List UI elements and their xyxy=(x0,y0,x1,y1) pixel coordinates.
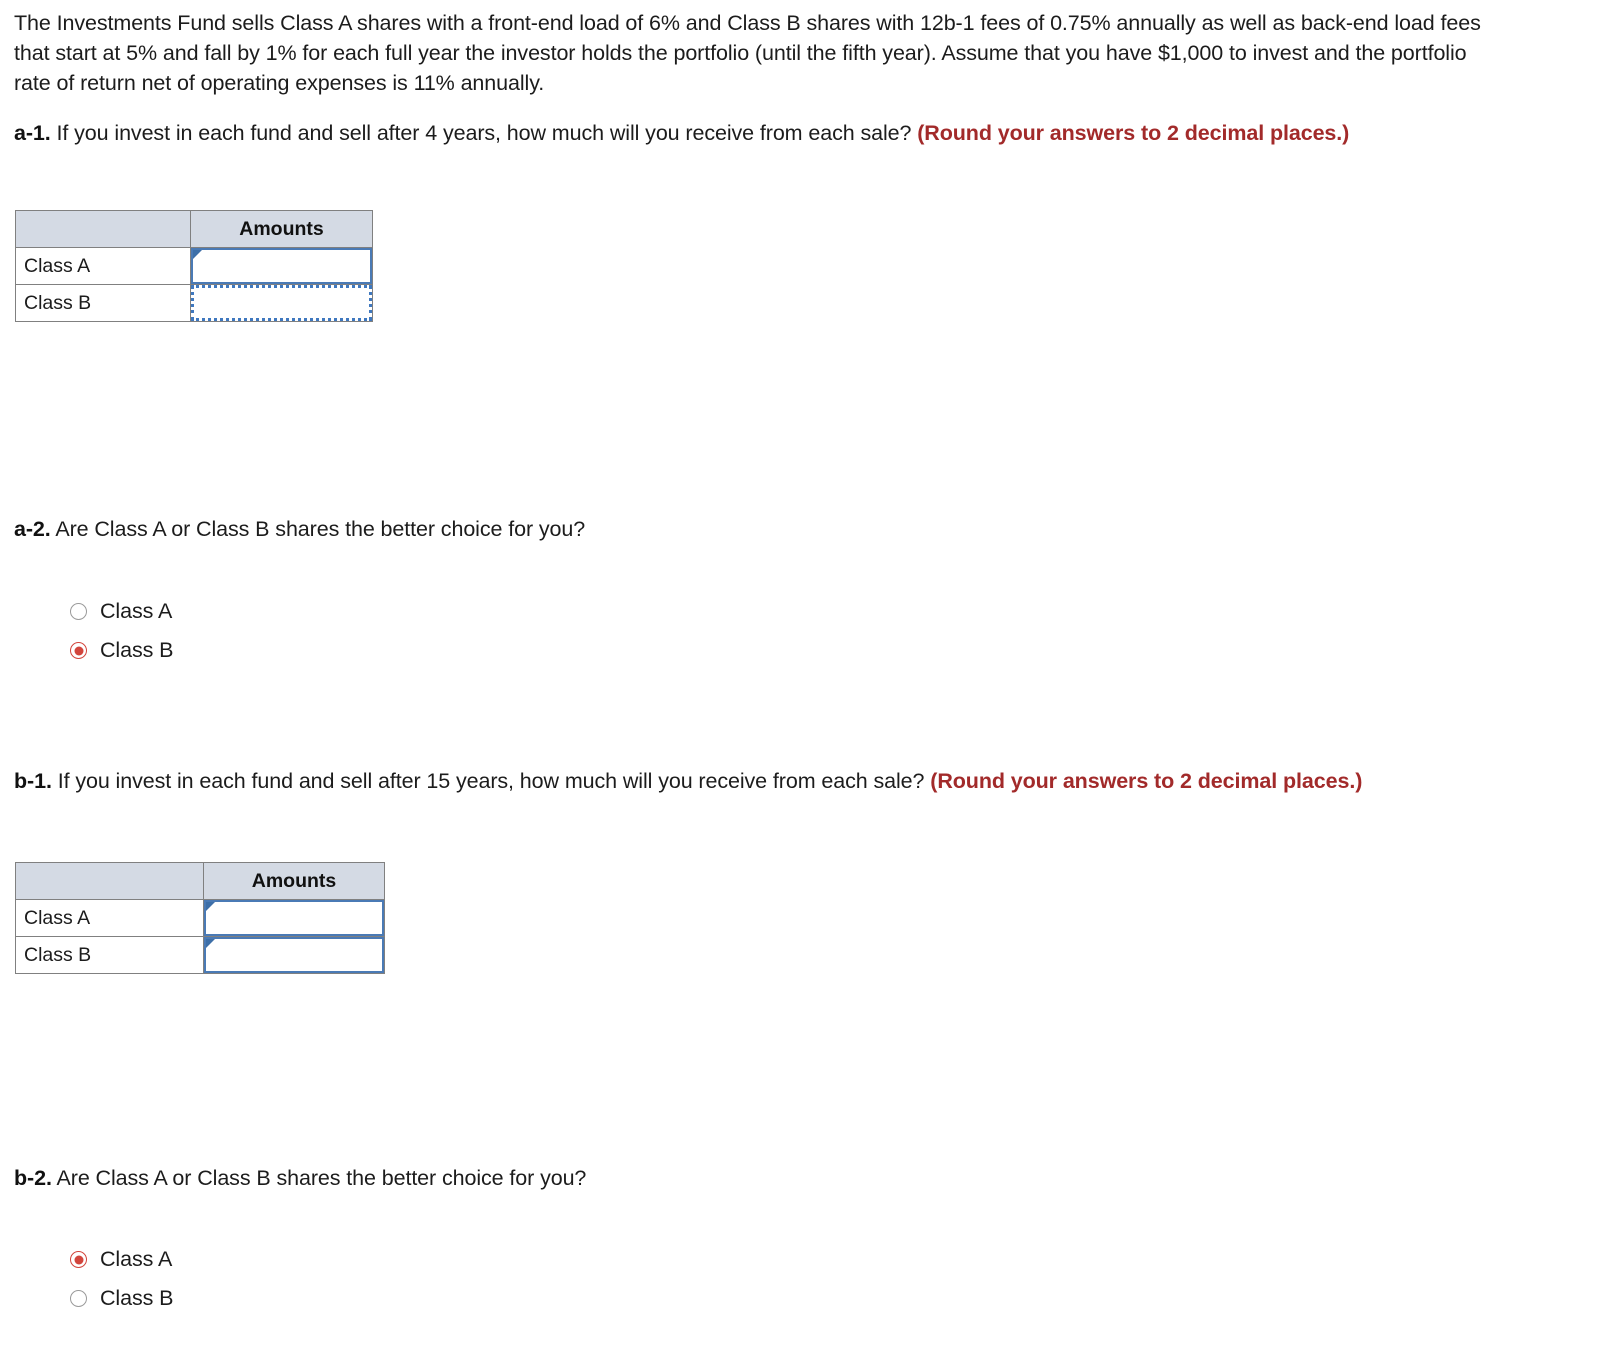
prompt-b1: b-1. If you invest in each fund and sell… xyxy=(14,766,1514,796)
table-a-row-label-class-a: Class A xyxy=(15,247,191,285)
intro-paragraph: The Investments Fund sells Class A share… xyxy=(14,11,1481,95)
radio-option-a2-class-a[interactable]: Class A xyxy=(70,592,173,631)
table-header-row: Amounts xyxy=(15,210,373,248)
prompt-a2-body: Are Class A or Class B shares the better… xyxy=(55,517,586,541)
prompt-b2-label: b-2. xyxy=(14,1166,52,1190)
table-a-input-cell-class-a[interactable] xyxy=(190,247,373,285)
prompt-a1-label: a-1. xyxy=(14,121,51,145)
table-a-header-amounts: Amounts xyxy=(190,210,373,248)
answer-table-b1: Amounts Class A Class B xyxy=(15,862,385,974)
table-b-row-label-class-a: Class A xyxy=(15,899,204,937)
cell-marker-triangle-icon xyxy=(206,902,215,911)
radio-group-a2: Class A Class B xyxy=(70,592,173,670)
radio-label-b2-class-b: Class B xyxy=(100,1285,174,1310)
radio-button-icon[interactable] xyxy=(70,603,87,620)
amount-input-b-class-a[interactable] xyxy=(204,900,384,936)
radio-option-a2-class-b[interactable]: Class B xyxy=(70,631,173,670)
radio-button-selected-icon[interactable] xyxy=(70,642,87,659)
table-b-row-label-class-b: Class B xyxy=(15,936,204,974)
amount-input-b-class-b[interactable] xyxy=(204,937,384,973)
table-header-row: Amounts xyxy=(15,862,385,900)
question-page: The Investments Fund sells Class A share… xyxy=(0,0,1616,1368)
table-b-input-cell-class-a[interactable] xyxy=(203,899,385,937)
prompt-a1: a-1. If you invest in each fund and sell… xyxy=(14,118,1514,148)
table-b-input-cell-class-b[interactable] xyxy=(203,936,385,974)
radio-button-icon[interactable] xyxy=(70,1290,87,1307)
prompt-a1-body: If you invest in each fund and sell afte… xyxy=(56,121,912,145)
prompt-b1-label: b-1. xyxy=(14,769,52,793)
prompt-b1-note: (Round your answers to 2 decimal places.… xyxy=(930,769,1363,793)
table-row: Class A xyxy=(15,247,373,285)
table-a-header-blank xyxy=(15,210,191,248)
prompt-b2: b-2. Are Class A or Class B shares the b… xyxy=(14,1163,1514,1193)
prompt-a2-label: a-2. xyxy=(14,517,51,541)
table-row: Class A xyxy=(15,899,385,937)
prompt-b1-body: If you invest in each fund and sell afte… xyxy=(57,769,925,793)
table-a-input-cell-class-b[interactable] xyxy=(190,284,373,322)
cell-marker-triangle-icon xyxy=(193,250,202,259)
table-row: Class B xyxy=(15,284,373,322)
prompt-a2: a-2. Are Class A or Class B shares the b… xyxy=(14,514,1514,544)
table-b-header-blank xyxy=(15,862,204,900)
radio-option-b2-class-a[interactable]: Class A xyxy=(70,1240,173,1279)
radio-label-a2-class-a: Class A xyxy=(100,598,173,623)
radio-button-selected-icon[interactable] xyxy=(70,1251,87,1268)
prompt-a1-note: (Round your answers to 2 decimal places.… xyxy=(917,121,1350,145)
amount-input-a-class-b[interactable] xyxy=(191,285,372,321)
answer-table-a1: Amounts Class A Class B xyxy=(15,210,373,322)
table-a-row-label-class-b: Class B xyxy=(15,284,191,322)
radio-label-a2-class-b: Class B xyxy=(100,637,174,662)
radio-option-b2-class-b[interactable]: Class B xyxy=(70,1279,173,1318)
prompt-b2-body: Are Class A or Class B shares the better… xyxy=(56,1166,587,1190)
table-row: Class B xyxy=(15,936,385,974)
cell-marker-triangle-icon xyxy=(206,939,215,948)
table-b-header-amounts: Amounts xyxy=(203,862,385,900)
radio-label-b2-class-a: Class A xyxy=(100,1246,173,1271)
radio-group-b2: Class A Class B xyxy=(70,1240,173,1318)
amount-input-a-class-a[interactable] xyxy=(191,248,372,284)
